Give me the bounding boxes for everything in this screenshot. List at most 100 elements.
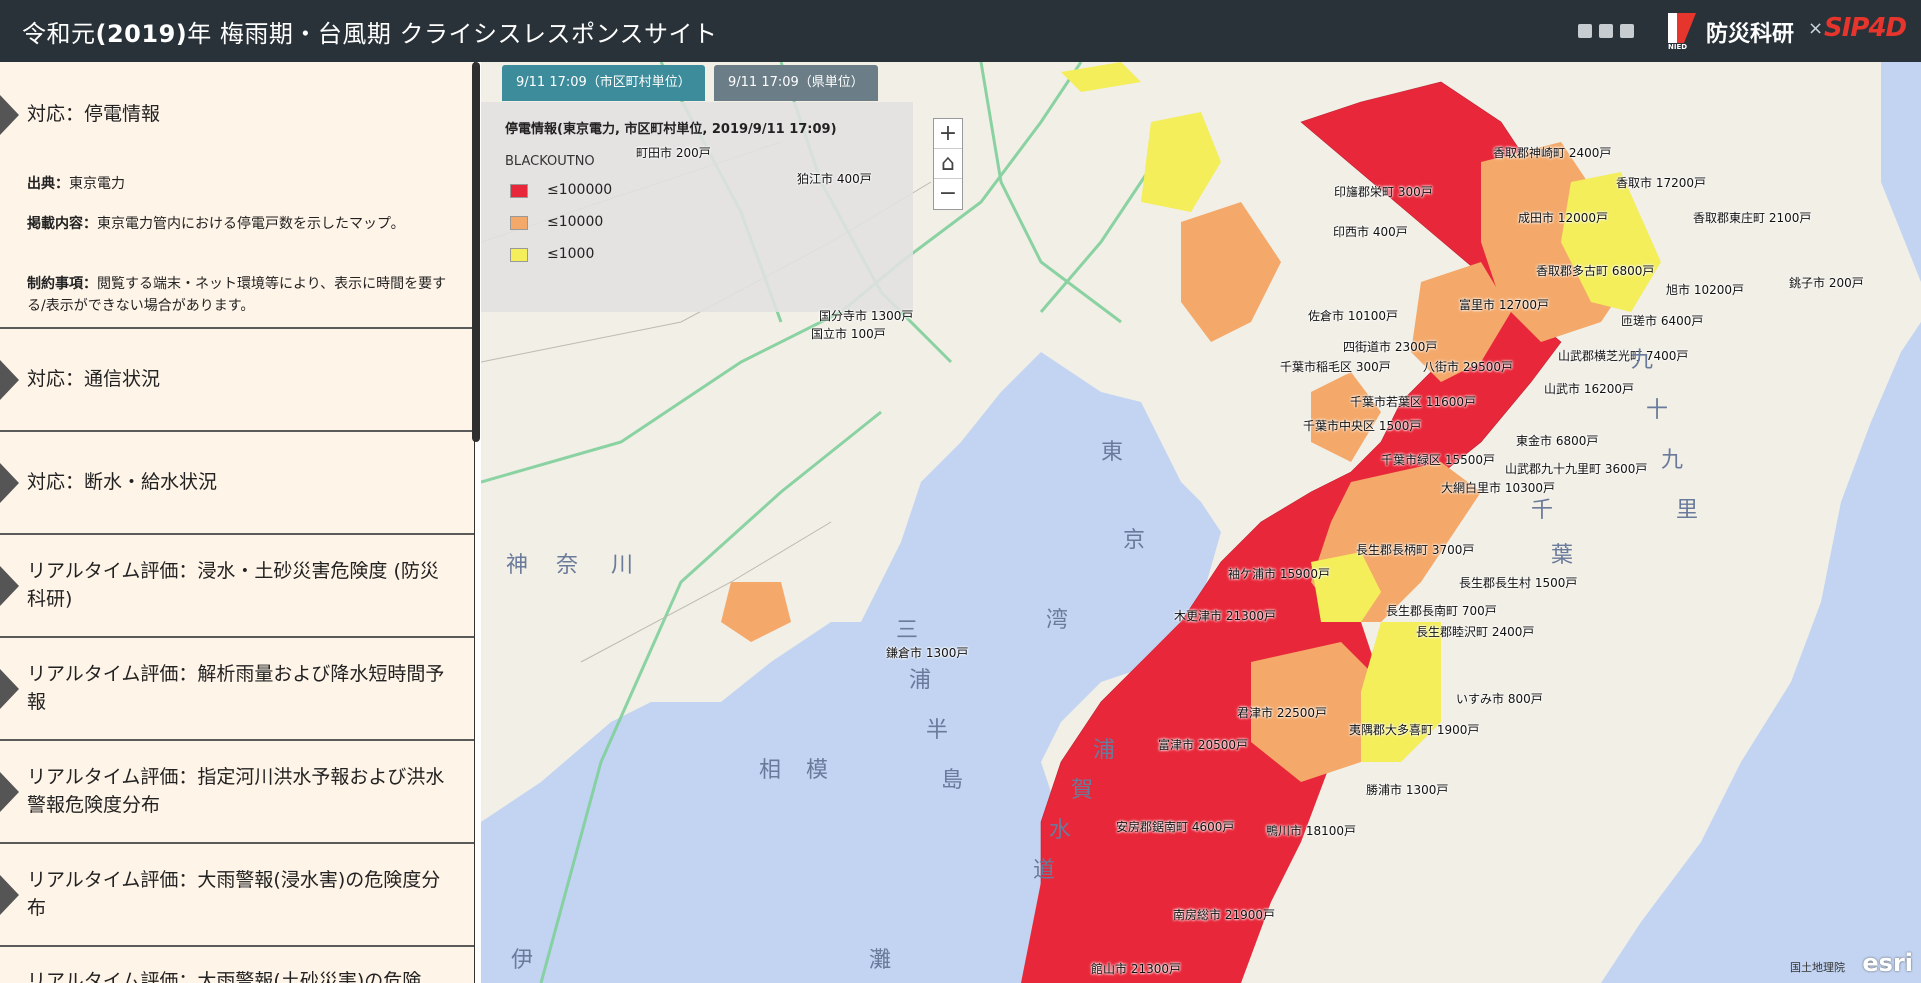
home-button[interactable]: ⌂ (934, 149, 962, 179)
map-place-name: 半 (926, 718, 953, 743)
section-communication[interactable]: 対応：通信状況 (0, 329, 474, 432)
title-year: (2019) (95, 20, 188, 48)
section-flood-sediment[interactable]: リアルタイム評価：浸水・土砂災害危険度 (防災科研) (0, 535, 474, 638)
zoom-in-button[interactable]: + (934, 119, 962, 149)
map-label: いすみ市 800戸 (1456, 692, 1543, 706)
map-place-name: 浦 (1093, 738, 1120, 763)
zoom-out-button[interactable]: − (934, 179, 962, 209)
legend-label: ≤10000 (547, 214, 604, 230)
map-place-name: 水 (1049, 818, 1076, 843)
map-label: 狛江市 400戸 (797, 172, 872, 186)
map-label: 勝浦市 1300戸 (1366, 783, 1449, 797)
logo-sub: NIED (1668, 43, 1688, 51)
info-note: 制約事項：閲覧する端末・ネット環境等により、表示に時間を要する/表示ができない場… (27, 276, 447, 314)
info-content: 掲載内容：東京電力管内における停電戸数を示したマップ。 (27, 216, 405, 232)
app-header: 令和元(2019)年 梅雨期・台風期 クライシスレスポンスサイト NIED 防災… (0, 0, 1921, 62)
esri-logo[interactable]: esri (1862, 949, 1913, 977)
map-view[interactable]: 9/11 17:09（市区町村単位） 9/11 17:09（県単位） 停電情報(… (481, 62, 1921, 983)
map-place-name: 葉 (1551, 543, 1578, 568)
legend-swatch (510, 184, 528, 198)
legend-label: ≤1000 (547, 246, 595, 262)
map-place-name: 十 (1646, 398, 1673, 423)
tab-municipality[interactable]: 9/11 17:09（市区町村単位） (502, 65, 705, 101)
map-label: 長生郡睦沢町 2400戸 (1416, 625, 1535, 639)
section-river-flood[interactable]: リアルタイム評価：指定河川洪水予報および洪水警報危険度分布 (0, 741, 474, 844)
map-place-name: 道 (1033, 858, 1060, 883)
section-rainfall[interactable]: リアルタイム評価：解析雨量および降水短時間予報 (0, 638, 474, 741)
map-label: 印旛郡栄町 300戸 (1334, 185, 1433, 199)
page-title: 令和元(2019)年 梅雨期・台風期 クライシスレスポンスサイト (22, 14, 718, 49)
map-label: 国分寺市 1300戸 (819, 309, 914, 323)
map-label: 国立市 100戸 (811, 327, 886, 341)
sidebar-scrollbar[interactable] (472, 62, 480, 442)
section-heavy-rain-flood[interactable]: リアルタイム評価：大雨警報(浸水害)の危険度分布 (0, 844, 474, 947)
map-label: 夷隅郡大多喜町 1900戸 (1349, 723, 1480, 737)
map-label: 千葉市中央区 1500戸 (1303, 419, 1422, 433)
link-icon[interactable] (1620, 24, 1634, 38)
map-attribution: 国土地理院 (1790, 961, 1845, 974)
section-label: 対応：停電情報 (27, 103, 161, 125)
map-place-name: 九 (1661, 448, 1688, 473)
map-label: 袖ケ浦市 15900戸 (1228, 567, 1330, 581)
map-label: 香取郡多古町 6800戸 (1536, 264, 1655, 278)
map-label: 木更津市 21300戸 (1174, 609, 1276, 623)
map-place-name: 伊 (511, 948, 538, 973)
nied-logo-icon (1668, 13, 1696, 43)
info-source: 出典：東京電力 (27, 176, 125, 192)
section-heavy-rain-landslide[interactable]: リアルタイム評価：大雨警報(土砂災害)の危険 (0, 947, 474, 983)
title-prefix: 令和元 (22, 20, 96, 48)
map-label: 千葉市若葉区 11600戸 (1350, 395, 1476, 409)
legend-label: ≤100000 (547, 182, 613, 198)
map-label: 印西市 400戸 (1333, 225, 1408, 239)
map-label: 香取市 17200戸 (1616, 176, 1706, 190)
expand-arrow-icon (0, 95, 19, 135)
map-label: 山武郡九十九里町 3600戸 (1505, 462, 1648, 476)
map-label: 旭市 10200戸 (1666, 283, 1744, 297)
map-label: 長生郡長南町 700戸 (1386, 604, 1497, 618)
zoom-controls: + ⌂ − (933, 118, 963, 210)
map-label: 東金市 6800戸 (1516, 434, 1599, 448)
map-label: 館山市 21300戸 (1091, 962, 1181, 976)
map-place-name: 島 (941, 768, 968, 793)
map-place-name: 奈 (556, 553, 583, 578)
map-place-name: 三 (896, 618, 923, 643)
section-label: リアルタイム評価：大雨警報(浸水害)の危険度分布 (27, 869, 441, 919)
map-label: 富里市 12700戸 (1459, 298, 1549, 312)
map-label: 成田市 12000戸 (1518, 211, 1608, 225)
expand-arrow-icon (0, 360, 19, 400)
section-water[interactable]: 対応：断水・給水状況 (0, 432, 474, 535)
org-logo[interactable]: NIED 防災科研 × SIP4D (1666, 11, 1907, 51)
logo-times: × (1808, 18, 1824, 39)
map-label: 四街道市 2300戸 (1343, 340, 1438, 354)
section-label: リアルタイム評価：解析雨量および降水短時間予報 (27, 663, 445, 713)
map-label: 匝瑳市 6400戸 (1621, 314, 1704, 328)
map-place-name: 模 (806, 758, 833, 783)
map-label: 銚子市 200戸 (1789, 276, 1864, 290)
section-label: リアルタイム評価：指定河川洪水予報および洪水警報危険度分布 (27, 766, 445, 816)
map-label: 山武市 16200戸 (1544, 382, 1634, 396)
map-legend: 停電情報(東京電力, 市区町村単位, 2019/9/11 17:09) BLAC… (481, 102, 913, 312)
legend-swatch (510, 248, 528, 262)
tab-prefecture[interactable]: 9/11 17:09（県単位） (714, 65, 878, 101)
map-place-name: 湾 (1046, 608, 1073, 633)
expand-arrow-icon (0, 669, 19, 709)
facebook-icon[interactable] (1578, 24, 1592, 38)
expand-arrow-icon (0, 463, 19, 503)
map-label: 安房郡鋸南町 4600戸 (1116, 820, 1235, 834)
map-place-name: 浦 (909, 668, 936, 693)
map-place-name: 賀 (1071, 778, 1098, 803)
expand-arrow-icon (0, 566, 19, 606)
map-label: 長生郡長柄町 3700戸 (1356, 543, 1475, 557)
legend-title: 停電情報(東京電力, 市区町村単位, 2019/9/11 17:09) (505, 122, 837, 137)
twitter-icon[interactable] (1599, 24, 1613, 38)
section-label: 対応：断水・給水状況 (27, 471, 218, 493)
sidebar: 対応：停電情報 出典：東京電力 掲載内容：東京電力管内における停電戸数を示したマ… (0, 62, 475, 983)
section-power-outage[interactable]: 対応：停電情報 出典：東京電力 掲載内容：東京電力管内における停電戸数を示したマ… (0, 62, 474, 329)
map-place-name: 灘 (869, 948, 896, 973)
map-place-name: 千 (1531, 498, 1558, 523)
map-label: 鎌倉市 1300戸 (886, 646, 969, 660)
map-label: 町田市 200戸 (636, 146, 711, 160)
expand-arrow-icon (0, 772, 19, 812)
title-suffix: 年 梅雨期・台風期 クライシスレスポンスサイト (187, 20, 718, 48)
map-label: 香取郡神崎町 2400戸 (1493, 146, 1612, 160)
